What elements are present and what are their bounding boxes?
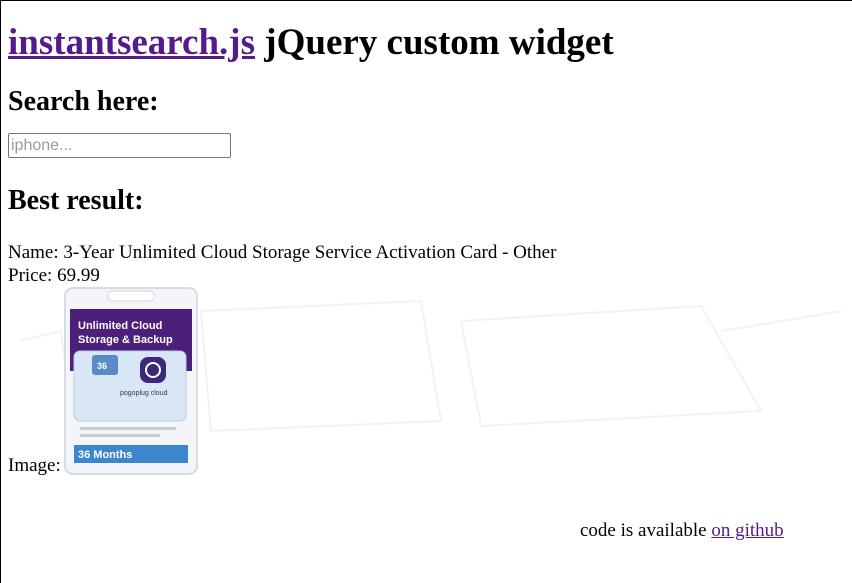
instantsearch-link[interactable]: instantsearch.js <box>8 22 255 63</box>
search-box <box>8 133 845 161</box>
page-title-rest: jQuery custom widget <box>255 22 614 63</box>
result-image-row: Image: Unlimited Cloud Storage & Backup … <box>8 287 845 477</box>
result-price-label: Price: <box>8 265 58 286</box>
result-name-row: Name: 3-Year Unlimited Cloud Storage Ser… <box>8 241 845 264</box>
product-image-title-1: Unlimited Cloud <box>78 320 162 332</box>
search-heading: Search here: <box>8 86 159 117</box>
page-title: instantsearch.js jQuery custom widget <box>8 1 845 65</box>
product-image-brand: pogoplug cloud <box>120 390 168 397</box>
product-image: Unlimited Cloud Storage & Backup 36 pogo… <box>63 287 198 475</box>
page-content: instantsearch.js jQuery custom widget Se… <box>1 1 852 477</box>
github-link[interactable]: on github <box>711 520 783 541</box>
result-name-label: Name: <box>8 242 64 263</box>
product-image-months: 36 Months <box>78 449 132 461</box>
result-image-label: Image: <box>8 455 61 476</box>
best-result-heading: Best result: <box>8 185 144 216</box>
footer: code is available on github <box>580 519 784 542</box>
result-price: 69.99 <box>57 265 100 286</box>
product-image-badge: 36 <box>97 361 107 371</box>
result-price-row: Price: 69.99 <box>8 264 845 287</box>
result-name: 3-Year Unlimited Cloud Storage Service A… <box>63 242 557 263</box>
best-result: Name: 3-Year Unlimited Cloud Storage Ser… <box>8 241 845 477</box>
footer-text: code is available <box>580 520 712 541</box>
search-input[interactable] <box>8 133 231 158</box>
product-image-title-2: Storage & Backup <box>78 334 173 346</box>
